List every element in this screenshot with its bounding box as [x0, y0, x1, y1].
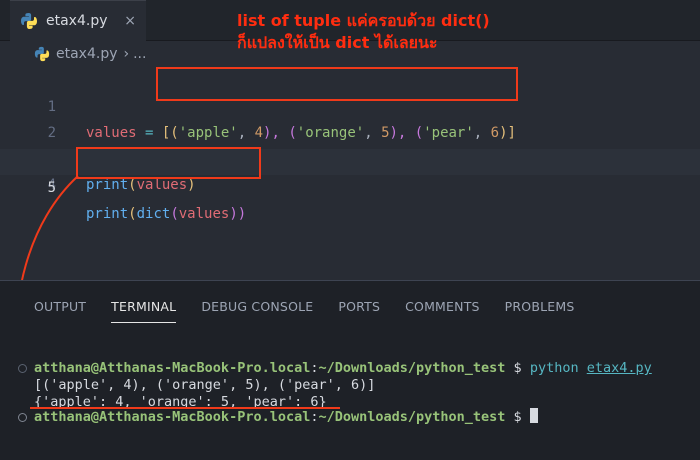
- tab-terminal[interactable]: TERMINAL: [111, 299, 177, 323]
- tab-debug-console[interactable]: DEBUG CONSOLE: [201, 299, 313, 323]
- terminal-cursor: [529, 408, 538, 423]
- tab-output[interactable]: OUTPUT: [34, 299, 86, 323]
- command-status-dot: [18, 364, 27, 373]
- panel-tabs: OUTPUT TERMINAL DEBUG CONSOLE PORTS COMM…: [34, 299, 600, 323]
- tab-comments[interactable]: COMMENTS: [405, 299, 480, 323]
- terminal-command-line: atthana@Atthanas-MacBook-Pro.local:~/Dow…: [34, 360, 652, 376]
- terminal-prompt-line[interactable]: atthana@Atthanas-MacBook-Pro.local:~/Dow…: [34, 408, 538, 426]
- tab-ports[interactable]: PORTS: [338, 299, 380, 323]
- terminal-output-1: [('apple', 4), ('orange', 5), ('pear', 6…: [34, 377, 376, 393]
- tab-problems[interactable]: PROBLEMS: [505, 299, 575, 323]
- terminal-file-link[interactable]: etax4.py: [587, 360, 652, 376]
- prompt-status-dot: [18, 413, 27, 422]
